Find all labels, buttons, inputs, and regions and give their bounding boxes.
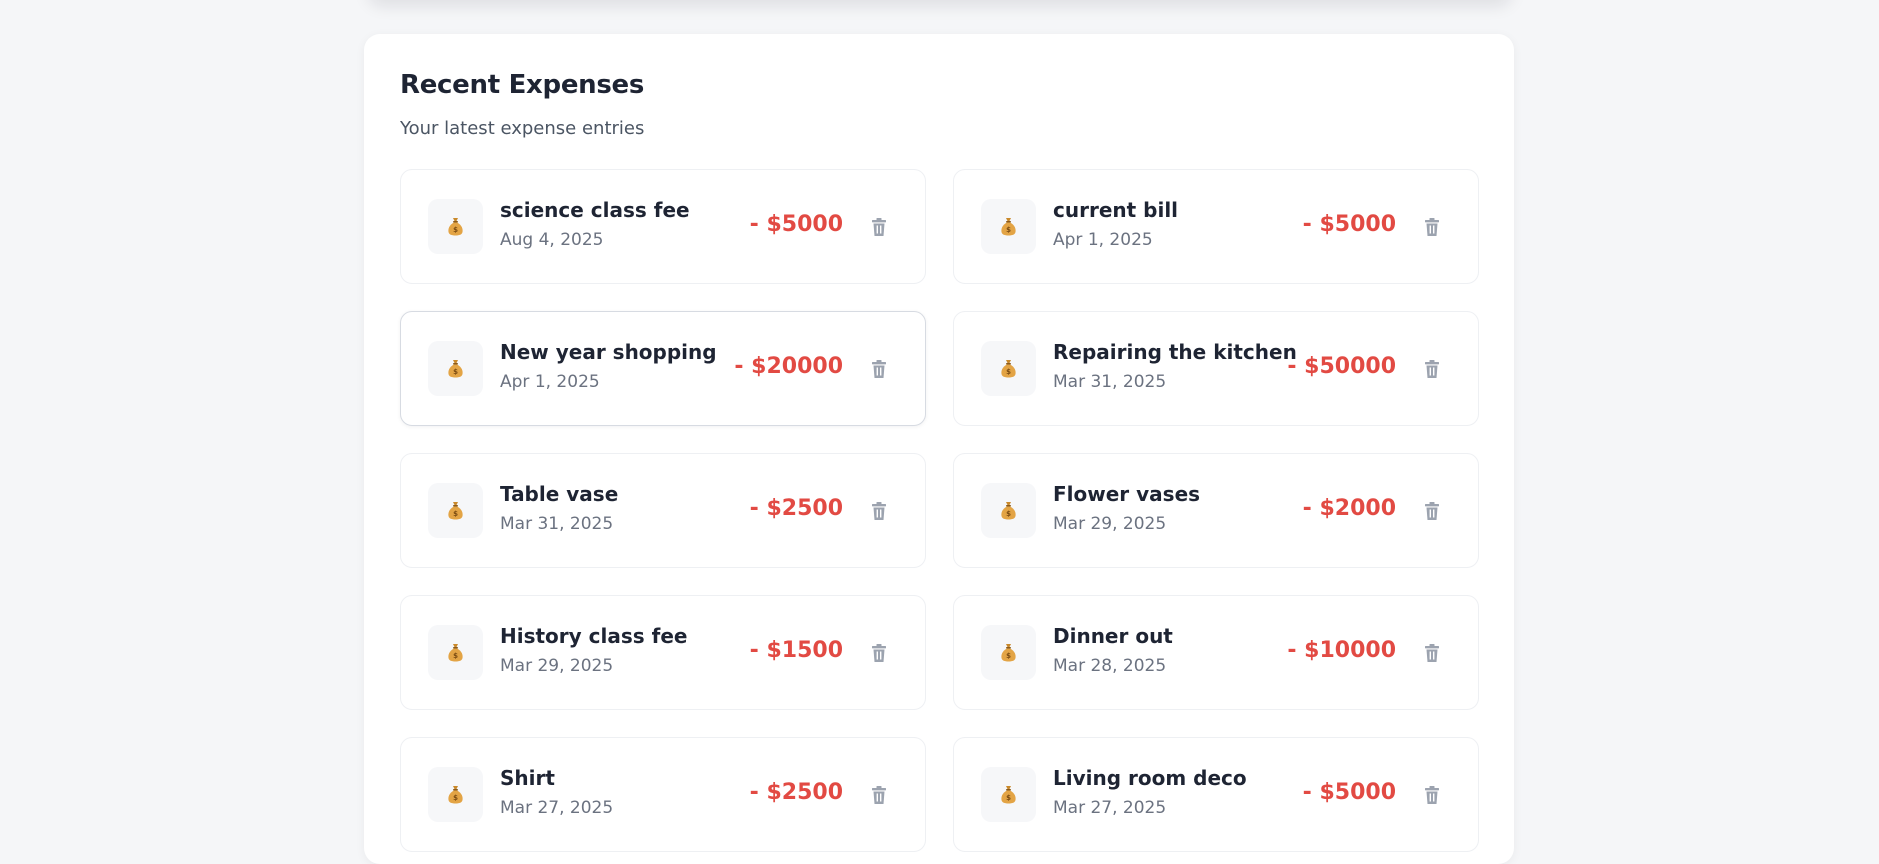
expense-date: Mar 28, 2025 bbox=[1053, 656, 1167, 676]
money-bag-icon: $ bbox=[981, 767, 1036, 822]
expense-amount: - $20000 bbox=[734, 354, 843, 379]
expense-name: Flower vases bbox=[1053, 482, 1201, 506]
expense-name: History class fee bbox=[500, 624, 688, 648]
expense-card[interactable]: $ Dinner out Mar 28, 2025 - $10000 bbox=[953, 595, 1479, 710]
page-title: Recent Expenses bbox=[400, 70, 645, 100]
expense-card[interactable]: $ New year shopping Apr 1, 2025 - $20000 bbox=[400, 311, 926, 426]
expense-name: current bill bbox=[1053, 198, 1179, 222]
expense-name: Repairing the kitchen bbox=[1053, 340, 1297, 364]
money-bag-icon: $ bbox=[428, 199, 483, 254]
svg-text:$: $ bbox=[453, 368, 458, 376]
expense-amount: - $1500 bbox=[749, 638, 843, 663]
expense-amount: - $5000 bbox=[1302, 780, 1396, 805]
expense-name: Living room deco bbox=[1053, 766, 1247, 790]
trash-icon[interactable] bbox=[871, 359, 887, 379]
trash-icon[interactable] bbox=[871, 785, 887, 805]
expense-amount: - $5000 bbox=[1302, 212, 1396, 237]
expense-date: Mar 27, 2025 bbox=[500, 798, 614, 818]
expense-name: science class fee bbox=[500, 198, 690, 222]
expense-card[interactable]: $ Living room deco Mar 27, 2025 - $5000 bbox=[953, 737, 1479, 852]
expense-card[interactable]: $ Flower vases Mar 29, 2025 - $2000 bbox=[953, 453, 1479, 568]
expense-date: Mar 27, 2025 bbox=[1053, 798, 1167, 818]
svg-text:$: $ bbox=[1006, 368, 1011, 376]
expense-name: Table vase bbox=[500, 482, 619, 506]
trash-icon[interactable] bbox=[1424, 643, 1440, 663]
expense-name: New year shopping bbox=[500, 340, 717, 364]
expense-amount: - $2500 bbox=[749, 496, 843, 521]
expense-amount: - $2500 bbox=[749, 780, 843, 805]
trash-icon[interactable] bbox=[1424, 359, 1440, 379]
expense-name: Dinner out bbox=[1053, 624, 1173, 648]
money-bag-icon: $ bbox=[981, 199, 1036, 254]
trash-icon[interactable] bbox=[871, 217, 887, 237]
expense-date: Aug 4, 2025 bbox=[500, 230, 604, 250]
expense-card[interactable]: $ science class fee Aug 4, 2025 - $5000 bbox=[400, 169, 926, 284]
expense-card[interactable]: $ current bill Apr 1, 2025 - $5000 bbox=[953, 169, 1479, 284]
expense-grid: $ science class fee Aug 4, 2025 - $5000 … bbox=[400, 169, 1479, 852]
expense-amount: - $2000 bbox=[1302, 496, 1396, 521]
money-bag-icon: $ bbox=[428, 767, 483, 822]
svg-text:$: $ bbox=[453, 226, 458, 234]
expense-date: Mar 29, 2025 bbox=[1053, 514, 1167, 534]
recent-expenses-panel: Recent Expenses Your latest expense entr… bbox=[364, 34, 1514, 864]
expense-date: Mar 29, 2025 bbox=[500, 656, 614, 676]
expense-amount: - $50000 bbox=[1287, 354, 1396, 379]
trash-icon[interactable] bbox=[871, 501, 887, 521]
trash-icon[interactable] bbox=[1424, 501, 1440, 521]
money-bag-icon: $ bbox=[428, 625, 483, 680]
expense-amount: - $5000 bbox=[749, 212, 843, 237]
svg-text:$: $ bbox=[453, 652, 458, 660]
expense-date: Mar 31, 2025 bbox=[500, 514, 614, 534]
trash-icon[interactable] bbox=[1424, 217, 1440, 237]
page-subtitle: Your latest expense entries bbox=[400, 118, 645, 139]
expense-date: Apr 1, 2025 bbox=[1053, 230, 1153, 250]
expense-name: Shirt bbox=[500, 766, 555, 790]
svg-text:$: $ bbox=[1006, 510, 1011, 518]
svg-text:$: $ bbox=[1006, 226, 1011, 234]
svg-text:$: $ bbox=[453, 510, 458, 518]
expense-amount: - $10000 bbox=[1287, 638, 1396, 663]
money-bag-icon: $ bbox=[428, 341, 483, 396]
money-bag-icon: $ bbox=[428, 483, 483, 538]
svg-text:$: $ bbox=[1006, 652, 1011, 660]
money-bag-icon: $ bbox=[981, 625, 1036, 680]
expense-card[interactable]: $ Table vase Mar 31, 2025 - $2500 bbox=[400, 453, 926, 568]
svg-text:$: $ bbox=[1006, 794, 1011, 802]
expense-date: Mar 31, 2025 bbox=[1053, 372, 1167, 392]
svg-text:$: $ bbox=[453, 794, 458, 802]
expense-card[interactable]: $ Shirt Mar 27, 2025 - $2500 bbox=[400, 737, 926, 852]
trash-icon[interactable] bbox=[871, 643, 887, 663]
money-bag-icon: $ bbox=[981, 341, 1036, 396]
trash-icon[interactable] bbox=[1424, 785, 1440, 805]
expense-date: Apr 1, 2025 bbox=[500, 372, 600, 392]
money-bag-icon: $ bbox=[981, 483, 1036, 538]
expense-card[interactable]: $ Repairing the kitchen Mar 31, 2025 - $… bbox=[953, 311, 1479, 426]
expense-card[interactable]: $ History class fee Mar 29, 2025 - $1500 bbox=[400, 595, 926, 710]
